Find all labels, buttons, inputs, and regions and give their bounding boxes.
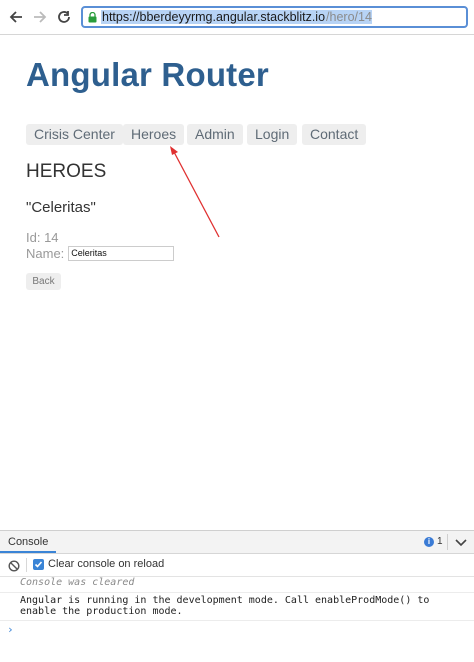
console-toolbar: Clear console on reload (0, 554, 474, 577)
info-badge[interactable]: i 1 (424, 536, 443, 547)
forward-arrow-icon[interactable] (29, 6, 51, 28)
clear-on-reload-checkbox[interactable] (33, 559, 44, 570)
url-path: /hero/14 (326, 10, 372, 24)
console-cleared-message: Console was cleared (20, 577, 135, 588)
nav-login[interactable]: Login (247, 124, 298, 145)
info-count: 1 (437, 536, 443, 547)
back-arrow-icon[interactable] (5, 6, 27, 28)
console-log-message: Angular is running in the development mo… (20, 595, 430, 617)
hero-id: Id: 14 (26, 230, 59, 245)
chevron-down-icon[interactable] (454, 536, 468, 548)
divider (447, 534, 448, 550)
back-button[interactable]: Back (26, 273, 61, 290)
info-icon: i (424, 536, 434, 547)
name-row: Name: (26, 245, 175, 261)
url-host: https://bberdeyyrmg.angular.stackblitz.i… (101, 10, 327, 24)
lock-icon (88, 11, 97, 23)
console-tab-bar: Console i 1 (0, 531, 474, 554)
nav-heroes[interactable]: Heroes (123, 124, 185, 145)
address-bar[interactable]: https://bberdeyyrmg.angular.stackblitz.i… (81, 6, 468, 28)
divider (0, 620, 474, 621)
hero-name-heading: "Celeritas" (26, 199, 96, 216)
nav-admin[interactable]: Admin (187, 124, 243, 145)
reload-icon[interactable] (53, 6, 75, 28)
nav-contact[interactable]: Contact (302, 124, 367, 145)
clear-console-icon[interactable] (8, 559, 20, 572)
section-title: HEROES (26, 161, 107, 182)
nav-crisis-center[interactable]: Crisis Center (26, 124, 123, 145)
clear-on-reload-label: Clear console on reload (48, 558, 165, 570)
name-label: Name: (26, 245, 65, 261)
console-prompt[interactable]: › (7, 623, 14, 636)
devtools-console: Console i 1 Clear console on reload Cons… (0, 530, 474, 662)
app-title: Angular Router (26, 56, 269, 93)
browser-toolbar: https://bberdeyyrmg.angular.stackblitz.i… (0, 0, 474, 35)
divider (0, 592, 474, 593)
hero-name-input[interactable] (68, 245, 175, 261)
tab-console[interactable]: Console (0, 531, 57, 553)
divider (26, 558, 27, 572)
